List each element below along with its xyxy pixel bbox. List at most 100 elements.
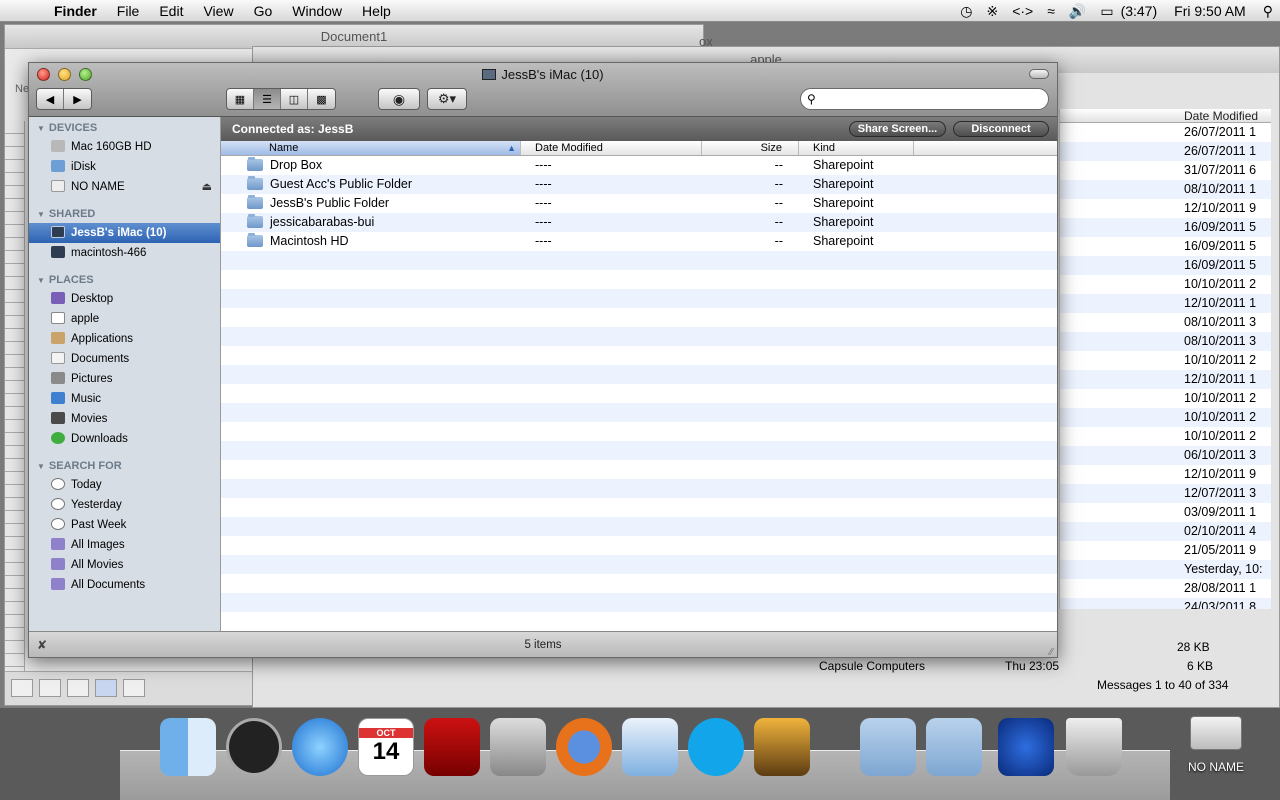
bluetooth-icon[interactable]: ※ (979, 0, 1005, 22)
mail-row-size[interactable]: 6 KB (1187, 659, 1213, 673)
sidebar-item-music[interactable]: Music (29, 389, 220, 409)
firefox-icon[interactable] (556, 718, 612, 776)
sidebar-item-desktop[interactable]: Desktop (29, 289, 220, 309)
usb-drive-icon[interactable] (1190, 716, 1242, 750)
mail-row[interactable]: 28/08/2011 1 (1060, 579, 1271, 598)
devices-header[interactable]: ▼ DEVICES (29, 117, 220, 137)
mail-row[interactable]: 08/10/2011 3 (1060, 313, 1271, 332)
cover-flow-button[interactable]: ▩ (308, 89, 335, 109)
size-column-header[interactable]: Size (702, 141, 799, 155)
sync-icon[interactable]: <·> (1005, 0, 1040, 22)
name-column-header[interactable]: Name ▲ (221, 141, 521, 155)
file-row[interactable]: JessB's Public Folder ---- -- Sharepoint (221, 194, 1057, 213)
date-modified-column-header[interactable]: Date Modified (1060, 109, 1271, 123)
menu-go[interactable]: Go (244, 0, 283, 22)
photobooth-icon[interactable] (424, 718, 480, 776)
iphoto-icon[interactable] (754, 718, 810, 776)
toolbar-toggle-button[interactable] (1029, 69, 1049, 79)
volume-icon[interactable]: 🔊 (1062, 0, 1093, 22)
list-view-button[interactable]: ☰ (254, 89, 281, 109)
mail-row[interactable]: 12/10/2011 1 (1060, 370, 1271, 389)
outline-view-button[interactable] (39, 679, 61, 697)
mail-row[interactable]: Yesterday, 10: (1060, 560, 1271, 579)
battery-status[interactable]: (3:47) (1121, 0, 1165, 22)
draft-view-button[interactable] (11, 679, 33, 697)
disconnect-button[interactable]: Disconnect (953, 121, 1049, 137)
mail-row[interactable]: 12/07/2011 3 (1060, 484, 1271, 503)
sidebar-item-yesterday[interactable]: Yesterday (29, 495, 220, 515)
frog-app-icon[interactable] (998, 718, 1054, 776)
menu-finder[interactable]: Finder (44, 0, 107, 22)
mail-row[interactable]: 02/10/2011 4 (1060, 522, 1271, 541)
sidebar-item-today[interactable]: Today (29, 475, 220, 495)
system-preferences-icon[interactable] (490, 718, 546, 776)
sidebar-item-applications[interactable]: Applications (29, 329, 220, 349)
menu-help[interactable]: Help (352, 0, 401, 22)
mail-row[interactable]: 10/10/2011 2 (1060, 408, 1271, 427)
sidebar-item-pictures[interactable]: Pictures (29, 369, 220, 389)
kind-column-header[interactable]: Kind (799, 141, 914, 155)
forward-button[interactable]: ▶ (64, 89, 91, 109)
places-header[interactable]: ▼ PLACES (29, 269, 220, 289)
skype-icon[interactable] (688, 718, 744, 776)
shared-header[interactable]: ▼ SHARED (29, 203, 220, 223)
mail-row[interactable]: 16/09/2011 5 (1060, 256, 1271, 275)
dashboard-icon[interactable] (226, 718, 282, 776)
battery-icon[interactable]: ▭ (1093, 0, 1120, 22)
menu-file[interactable]: File (107, 0, 150, 22)
documents-folder-icon[interactable] (926, 718, 982, 776)
path-icon[interactable]: ✘ (37, 632, 47, 658)
search-input[interactable] (800, 88, 1049, 110)
mail-row[interactable]: 24/03/2011 8 (1060, 598, 1271, 609)
itunes-icon[interactable] (292, 718, 348, 776)
mail-row[interactable]: 08/10/2011 1 (1060, 180, 1271, 199)
date-modified-column-header[interactable]: Date Modified (521, 141, 702, 155)
menu-clock[interactable]: Fri 9:50 AM (1164, 0, 1256, 22)
sidebar-item-documents[interactable]: Documents (29, 349, 220, 369)
sidebar-item-all-documents[interactable]: All Documents (29, 575, 220, 595)
icon-view-button[interactable]: ▦ (227, 89, 254, 109)
menu-edit[interactable]: Edit (149, 0, 193, 22)
menu-window[interactable]: Window (282, 0, 352, 22)
mail-row[interactable]: 06/10/2011 3 (1060, 446, 1271, 465)
share-screen-button[interactable]: Share Screen... (849, 121, 946, 137)
resize-grip-icon[interactable]: ∕∕ (1050, 640, 1053, 666)
mail-row-from[interactable]: Capsule Computers (819, 659, 925, 673)
sidebar-item-movies[interactable]: Movies (29, 409, 220, 429)
search-for-header[interactable]: ▼ SEARCH FOR (29, 455, 220, 475)
notebook-view-button[interactable] (123, 679, 145, 697)
sidebar-item-macintosh-466[interactable]: macintosh-466 (29, 243, 220, 263)
applications-folder-icon[interactable] (860, 718, 916, 776)
column-view-button[interactable]: ◫ (281, 89, 308, 109)
spotlight-icon[interactable]: ⚲ (1256, 0, 1280, 22)
mail-row[interactable]: 03/09/2011 1 (1060, 503, 1271, 522)
menu-view[interactable]: View (193, 0, 243, 22)
file-row[interactable]: jessicabarabas-bui ---- -- Sharepoint (221, 213, 1057, 232)
quick-look-button[interactable]: ◉ (378, 88, 420, 110)
sidebar-item-all-movies[interactable]: All Movies (29, 555, 220, 575)
sidebar-item-no-name[interactable]: NO NAME ⏏ (29, 177, 220, 197)
mail-row[interactable]: 12/10/2011 9 (1060, 199, 1271, 218)
mail-row[interactable]: 10/10/2011 2 (1060, 427, 1271, 446)
print-layout-view-button[interactable] (95, 679, 117, 697)
sidebar-item-all-images[interactable]: All Images (29, 535, 220, 555)
sidebar-item-jessb-imac[interactable]: JessB's iMac (10) (29, 223, 220, 243)
mail-row[interactable]: 12/10/2011 1 (1060, 294, 1271, 313)
sidebar-item-apple[interactable]: apple (29, 309, 220, 329)
finder-window[interactable]: JessB's iMac (10) ◀ ▶ ▦ ☰ ◫ ▩ ◉ ⚙▾ ⚲ ▼ DE… (28, 62, 1058, 658)
mail-row[interactable]: 21/05/2011 9 (1060, 541, 1271, 560)
mail-row[interactable]: 12/10/2011 9 (1060, 465, 1271, 484)
wifi-icon[interactable]: ≈ (1040, 0, 1062, 22)
time-machine-icon[interactable]: ◷ (953, 0, 979, 22)
mail-row[interactable]: 16/09/2011 5 (1060, 237, 1271, 256)
trash-icon[interactable] (1066, 718, 1122, 776)
mail-row[interactable]: 10/10/2011 2 (1060, 351, 1271, 370)
ical-icon[interactable]: OCT 14 (358, 718, 414, 776)
file-row[interactable]: Guest Acc's Public Folder ---- -- Sharepoin… (221, 175, 1057, 194)
mail-row[interactable]: 08/10/2011 3 (1060, 332, 1271, 351)
drive-label[interactable]: NO NAME (1176, 760, 1256, 774)
action-menu-button[interactable]: ⚙▾ (427, 88, 467, 110)
back-button[interactable]: ◀ (37, 89, 64, 109)
eject-icon[interactable]: ⏏ (202, 177, 212, 197)
sidebar-item-past-week[interactable]: Past Week (29, 515, 220, 535)
